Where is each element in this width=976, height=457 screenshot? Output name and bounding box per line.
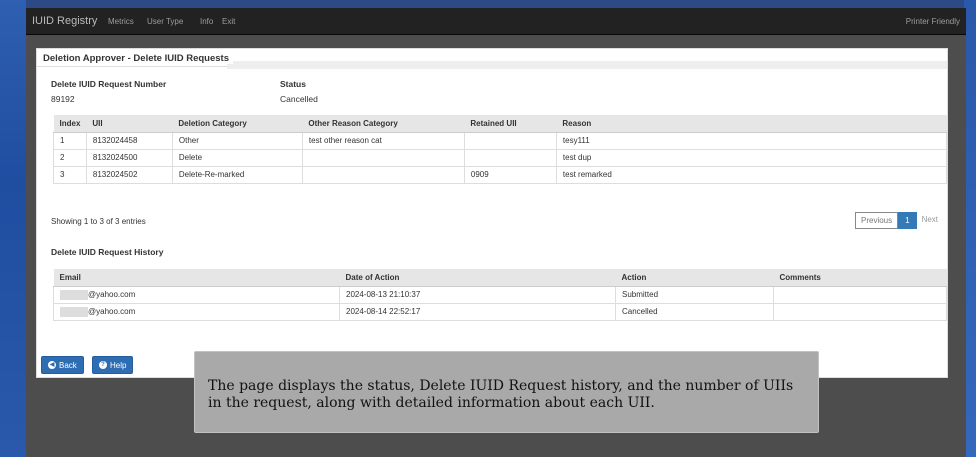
cell-retained-uii [464,131,557,150]
next-page-button[interactable]: Next [916,212,944,229]
panel-heading: Deletion Approver - Delete IUID Requests [37,49,947,69]
previous-page-button[interactable]: Previous [855,212,899,229]
top-navbar: IUID Registry Metrics User Type Info Exi… [26,8,966,35]
cell-uii: 8132024502 [86,165,173,184]
back-arrow-icon: ◀ [48,361,56,369]
table-row: 2 8132024500 Delete test dup [53,148,948,167]
table-row: 1 8132024458 Other test other reason cat… [53,131,948,150]
cell-uii: 8132024500 [86,148,173,167]
nav-user-type[interactable]: User Type [147,17,183,26]
entries-count: Showing 1 to 3 of 3 entries [51,217,146,226]
request-number-value: 89192 [51,94,75,104]
cell-other-reason [302,165,465,184]
cell-reason: test remarked [556,165,948,184]
back-button[interactable]: ◀ Back [41,356,84,374]
cell-comments [773,285,947,304]
uii-table-header: Index UII Deletion Category Other Reason… [53,115,947,133]
page-title: Deletion Approver - Delete IUID Requests [43,53,233,64]
nav-exit[interactable]: Exit [222,17,235,26]
email-domain: @yahoo.com [88,289,136,299]
cell-index: 2 [53,148,87,167]
question-icon: ? [99,361,107,369]
cell-retained-uii: 0909 [464,165,557,184]
col-deletion-category[interactable]: Deletion Category [172,115,303,133]
help-button[interactable]: ? Help [92,356,134,374]
cell-action: Cancelled [615,302,774,321]
cell-email: @yahoo.com [53,302,340,321]
col-action[interactable]: Action [615,269,774,287]
cell-reason: test dup [556,148,948,167]
col-uii[interactable]: UII [86,115,173,133]
deletion-panel: Deletion Approver - Delete IUID Requests… [36,48,948,378]
table-row: @yahoo.com 2024-08-13 21:10:37 Submitted [53,285,947,304]
col-index[interactable]: Index [53,115,87,133]
cell-date: 2024-08-14 22:52:17 [339,302,616,321]
cell-reason: tesy111 [556,131,948,150]
brand-link[interactable]: IUID Registry [32,15,97,27]
table-row: 3 8132024502 Delete-Re-marked 0909 test … [53,165,948,184]
history-table-header: Email Date of Action Action Comments [53,269,947,287]
redacted-box [60,306,88,317]
cell-index: 1 [53,131,87,150]
cell-retained-uii [464,148,557,167]
col-comments[interactable]: Comments [773,269,947,287]
help-label: Help [110,360,127,370]
cell-comments [773,302,947,321]
printer-friendly-link[interactable]: Printer Friendly [906,17,960,26]
cell-action: Submitted [615,285,774,304]
table-row: @yahoo.com 2024-08-14 22:52:17 Cancelled [53,302,947,321]
desktop-background-left [0,0,26,457]
col-retained-uii[interactable]: Retained UII [464,115,557,133]
uii-table: Index UII Deletion Category Other Reason… [53,115,948,184]
heading-divider [227,61,947,69]
col-email[interactable]: Email [53,269,340,287]
back-label: Back [59,360,77,370]
redacted-box [60,289,88,300]
nav-metrics[interactable]: Metrics [108,17,134,26]
col-other-reason-category[interactable]: Other Reason Category [302,115,465,133]
status-value: Cancelled [280,94,318,104]
email-domain: @yahoo.com [88,306,136,316]
cell-other-reason [302,148,465,167]
nav-info[interactable]: Info [200,17,213,26]
cell-index: 3 [53,165,87,184]
col-date-of-action[interactable]: Date of Action [339,269,616,287]
cell-email: @yahoo.com [53,285,340,304]
cell-deletion-category: Delete-Re-marked [172,165,303,184]
page-1-button[interactable]: 1 [898,212,917,229]
status-label: Status [280,79,306,89]
cell-uii: 8132024458 [86,131,173,150]
history-table: Email Date of Action Action Comments @ya… [53,269,947,321]
pagination: Previous 1 Next [855,212,944,229]
cell-deletion-category: Other [172,131,303,150]
request-number-label: Delete IUID Request Number [51,79,167,89]
cell-other-reason: test other reason cat [302,131,465,150]
col-reason[interactable]: Reason [556,115,947,133]
cell-date: 2024-08-13 21:10:37 [339,285,616,304]
cell-deletion-category: Delete [172,148,303,167]
caption-overlay: The page displays the status, Delete IUI… [194,351,819,433]
history-title: Delete IUID Request History [51,247,164,257]
